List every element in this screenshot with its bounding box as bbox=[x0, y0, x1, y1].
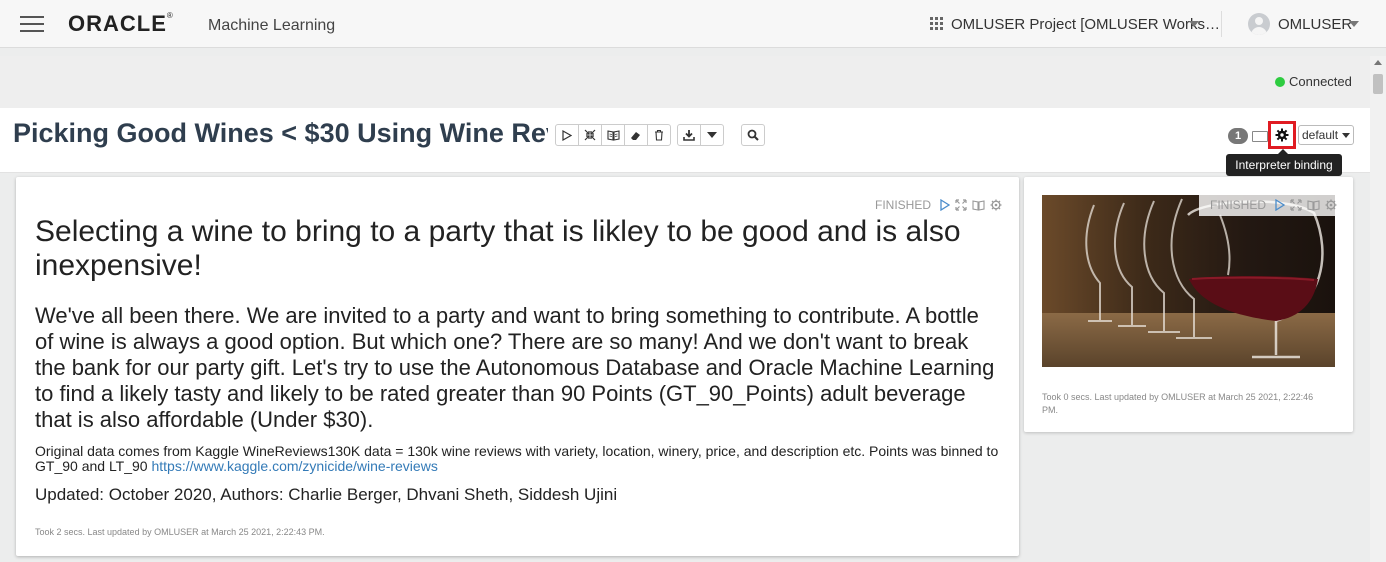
trash-icon bbox=[655, 129, 663, 141]
hamburger-menu-icon[interactable] bbox=[20, 16, 44, 32]
expand-icon[interactable] bbox=[955, 199, 967, 211]
book-icon bbox=[606, 129, 620, 141]
toggle-output-icon[interactable] bbox=[972, 199, 985, 211]
run-paragraph-icon[interactable] bbox=[1275, 199, 1286, 211]
notebook-toolbar bbox=[555, 124, 671, 146]
paragraph-footer: Took 2 secs. Last updated by OMLUSER at … bbox=[35, 527, 325, 537]
interpreter-binding-button[interactable] bbox=[1268, 121, 1296, 149]
interpreter-select-value: default bbox=[1302, 128, 1339, 142]
toggle-output-button[interactable] bbox=[602, 125, 625, 145]
project-selector[interactable]: OMLUSER Project [OMLUSER Works… bbox=[951, 16, 1220, 33]
eraser-icon bbox=[631, 131, 640, 140]
interpreter-binding-tooltip: Interpreter binding bbox=[1226, 149, 1342, 176]
export-button[interactable] bbox=[678, 125, 701, 145]
interpreter-caret-icon bbox=[1342, 132, 1351, 138]
interpreter-select[interactable]: default bbox=[1298, 125, 1354, 145]
product-name: Machine Learning bbox=[208, 17, 336, 34]
gear-icon bbox=[1275, 128, 1289, 142]
image-paragraph-footer: Took 0 secs. Last updated by OMLUSER at … bbox=[1042, 392, 1314, 415]
play-icon bbox=[562, 129, 572, 141]
kaggle-link[interactable]: https://www.kaggle.com/zynicide/wine-rev… bbox=[151, 458, 437, 474]
paragraph-settings-icon[interactable] bbox=[1325, 199, 1337, 211]
project-grid-icon[interactable] bbox=[930, 17, 943, 30]
expand-icon[interactable] bbox=[1290, 199, 1302, 211]
paragraph-body: We've all been there. We are invited to … bbox=[35, 303, 995, 432]
notebook-title[interactable]: Picking Good Wines < $30 Using Wine Revi… bbox=[13, 118, 548, 149]
image-paragraph-controls: FINISHED bbox=[1199, 194, 1344, 216]
export-toolbar bbox=[677, 124, 724, 146]
scroll-up-arrow-icon[interactable] bbox=[1374, 60, 1382, 65]
clear-output-button[interactable] bbox=[625, 125, 648, 145]
toggle-output-icon[interactable] bbox=[1307, 199, 1320, 211]
interpreter-count-badge: 1 bbox=[1228, 128, 1248, 144]
connection-status: Connected bbox=[1289, 74, 1352, 89]
oracle-logo: ORACLE® bbox=[68, 11, 174, 36]
wine-glasses-image bbox=[1042, 195, 1335, 367]
user-dropdown-caret-icon[interactable] bbox=[1349, 21, 1359, 27]
export-dropdown-button[interactable] bbox=[701, 125, 723, 145]
paragraph-status: FINISHED bbox=[875, 198, 932, 212]
scrollbar-thumb[interactable] bbox=[1373, 74, 1383, 94]
run-all-button[interactable] bbox=[556, 125, 579, 145]
keyboard-shortcuts-icon[interactable] bbox=[1252, 131, 1268, 142]
run-paragraph-icon[interactable] bbox=[940, 199, 951, 211]
paragraph-heading: Selecting a wine to bring to a party tha… bbox=[35, 215, 961, 282]
vertical-scrollbar[interactable] bbox=[1370, 56, 1386, 562]
data-source-note: Original data comes from Kaggle WineRevi… bbox=[35, 444, 1003, 474]
download-icon bbox=[683, 130, 695, 141]
image-paragraph-status: FINISHED bbox=[1210, 198, 1267, 212]
connected-status-icon bbox=[1275, 77, 1285, 87]
search-icon bbox=[747, 129, 759, 141]
authors-line: Updated: October 2020, Authors: Charlie … bbox=[35, 485, 618, 504]
user-menu[interactable]: OMLUSER bbox=[1278, 16, 1352, 33]
paragraph-controls: FINISHED bbox=[875, 198, 1002, 212]
notebook-status-bar bbox=[0, 56, 1370, 108]
project-dropdown-caret-icon[interactable] bbox=[1189, 21, 1199, 27]
paragraph-settings-icon[interactable] bbox=[990, 199, 1002, 211]
user-avatar-icon[interactable] bbox=[1248, 13, 1270, 35]
toggle-code-button[interactable] bbox=[579, 125, 602, 145]
export-caret-icon bbox=[707, 132, 717, 138]
collapse-arrows-icon bbox=[584, 129, 596, 141]
delete-notebook-button[interactable] bbox=[648, 125, 670, 145]
search-button[interactable] bbox=[742, 125, 764, 145]
search-toolbar bbox=[741, 124, 765, 146]
header-divider bbox=[1221, 11, 1222, 37]
